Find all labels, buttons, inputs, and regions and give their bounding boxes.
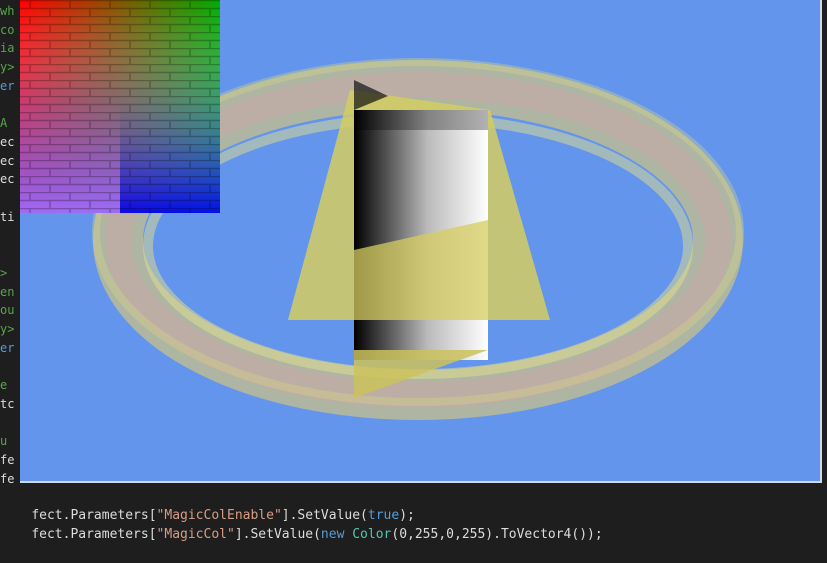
gutter-text-fragment: u: [0, 434, 8, 449]
gutter-text-fragment: wh: [0, 4, 15, 18]
code-token: ].SetValue(: [234, 527, 321, 542]
code-line-2: fect.Parameters["MagicCol"].SetValue(new…: [0, 506, 603, 563]
code-token: new: [320, 527, 345, 542]
code-token: Color: [352, 527, 392, 542]
gutter-text-fragment: ec: [0, 134, 15, 149]
gutter-text-fragment: y>: [0, 60, 15, 75]
gutter-text-fragment: ec: [0, 172, 15, 187]
gutter-text-fragment: >: [0, 265, 8, 280]
gutter-text-fragment: ti: [0, 209, 15, 224]
gutter-text-fragment: ia: [0, 41, 15, 56]
gutter-text-fragment: er: [0, 78, 15, 93]
code-editor[interactable]: fect.Parameters["MagicColEnable"].SetVal…: [0, 486, 827, 542]
code-token: fect.Parameters[: [31, 527, 157, 542]
code-token: (0,255,0,255).ToVector4());: [391, 527, 603, 542]
window-edge: [822, 0, 827, 486]
code-token: "MagicCol": [156, 527, 235, 542]
gutter-text-fragment: er: [0, 340, 15, 355]
gutter-text-fragment: A: [0, 116, 8, 131]
gutter-text-fragment: en: [0, 284, 15, 299]
editor-gutter: wh co ia y> er Aec ec ec ti > en ou y> er e tc u fe fe: [0, 0, 20, 486]
textured-quad: [20, 0, 220, 213]
gutter-text-fragment: ou: [0, 303, 15, 318]
gutter-text-fragment: fe: [0, 471, 15, 486]
gutter-text-fragment: e: [0, 378, 8, 392]
render-viewport[interactable]: [20, 0, 822, 483]
gutter-text-fragment: co: [0, 22, 15, 37]
gutter-text-fragment: tc: [0, 396, 15, 411]
cylinder-shape: [354, 80, 488, 398]
gutter-text-fragment: y>: [0, 321, 15, 336]
gutter-text-fragment: fe: [0, 452, 15, 467]
scene-canvas: [20, 0, 744, 420]
gutter-text-fragment: ec: [0, 153, 15, 168]
